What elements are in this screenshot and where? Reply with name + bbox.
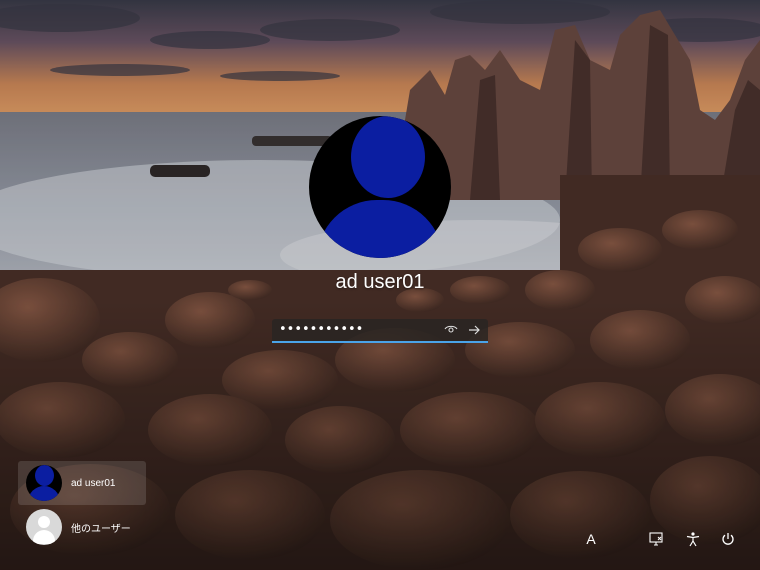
user-list-item-ad-user01[interactable]: ad user01 — [18, 461, 146, 505]
account-display-name: ad user01 — [335, 271, 425, 293]
password-field[interactable]: ••••••••••• — [272, 319, 488, 343]
network-icon[interactable] — [646, 529, 666, 549]
arrow-right-icon[interactable] — [466, 322, 482, 338]
user-list-item-label: ad user01 — [71, 477, 116, 489]
eye-icon[interactable] — [444, 322, 458, 336]
user-avatar-large — [309, 116, 451, 258]
user-avatar-small — [26, 465, 62, 501]
generic-user-icon — [26, 509, 62, 545]
power-icon[interactable] — [718, 529, 738, 549]
password-masked-value: ••••••••••• — [279, 322, 364, 337]
avatar-body-shape — [317, 200, 443, 258]
language-indicator[interactable]: A — [581, 529, 601, 549]
accessibility-icon[interactable] — [683, 529, 703, 549]
avatar-head-shape — [351, 116, 425, 198]
user-list-item-label: 他のユーザー — [71, 523, 131, 535]
user-list-item-other-user[interactable]: 他のユーザー — [18, 505, 146, 549]
